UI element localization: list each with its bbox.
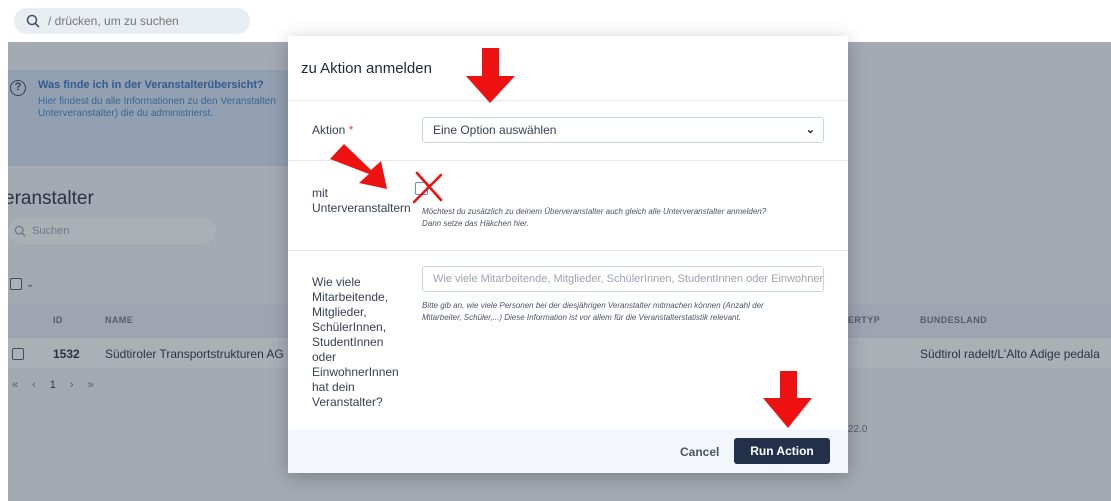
chevron-down-icon: ⌄ bbox=[805, 124, 815, 136]
sub-help-line1: Möchtest du zusätzlich zu deinem Überver… bbox=[422, 207, 767, 216]
count-help-line1: Bitte gib an, wie viele Personen bei der… bbox=[422, 301, 764, 310]
count-label-line: EinwohnerInnen bbox=[312, 365, 399, 379]
count-label: Wie viele Mitarbeitende, Mitglieder, Sch… bbox=[312, 275, 399, 410]
count-help-line2: Mitarbeiter, Schüler,...) Diese Informat… bbox=[422, 313, 741, 322]
modal-title: zu Aktion anmelden bbox=[301, 60, 432, 77]
search-icon bbox=[26, 14, 40, 28]
action-select-value: Eine Option auswählen bbox=[433, 123, 557, 137]
count-label-line: StudentInnen bbox=[312, 335, 384, 349]
global-search[interactable] bbox=[14, 8, 250, 34]
run-action-button[interactable]: Run Action bbox=[734, 438, 830, 464]
count-label-line: SchülerInnen, bbox=[312, 320, 387, 334]
divider bbox=[288, 100, 848, 101]
count-help: Bitte gib an, wie viele Personen bei der… bbox=[422, 300, 764, 324]
divider bbox=[288, 160, 848, 161]
action-modal: zu Aktion anmelden Aktion * Eine Option … bbox=[288, 36, 848, 473]
action-select[interactable]: Eine Option auswählen ⌄ bbox=[422, 117, 824, 143]
action-label-text: Aktion bbox=[312, 123, 346, 137]
sub-label: mit Unterveranstaltern bbox=[312, 186, 411, 216]
sub-help-line2: Dann setze das Häkchen hier. bbox=[422, 219, 529, 228]
cancel-button[interactable]: Cancel bbox=[680, 445, 719, 459]
count-input[interactable] bbox=[422, 266, 824, 292]
required-mark: * bbox=[348, 123, 354, 137]
count-label-line: Mitglieder, bbox=[312, 305, 367, 319]
count-label-line: Veranstalter? bbox=[312, 395, 383, 409]
sub-label-line1: mit bbox=[312, 186, 328, 200]
sub-help: Möchtest du zusätzlich zu deinem Überver… bbox=[422, 206, 766, 230]
divider bbox=[288, 250, 848, 251]
sub-organizers-checkbox[interactable] bbox=[415, 182, 428, 195]
count-label-line: hat dein bbox=[312, 380, 355, 394]
count-label-line: Wie viele bbox=[312, 275, 361, 289]
count-label-line: oder bbox=[312, 350, 337, 364]
count-label-line: Mitarbeitende, bbox=[312, 290, 389, 304]
global-search-input[interactable] bbox=[48, 14, 248, 28]
sub-label-line2: Unterveranstaltern bbox=[312, 201, 411, 215]
action-label: Aktion * bbox=[312, 123, 353, 138]
